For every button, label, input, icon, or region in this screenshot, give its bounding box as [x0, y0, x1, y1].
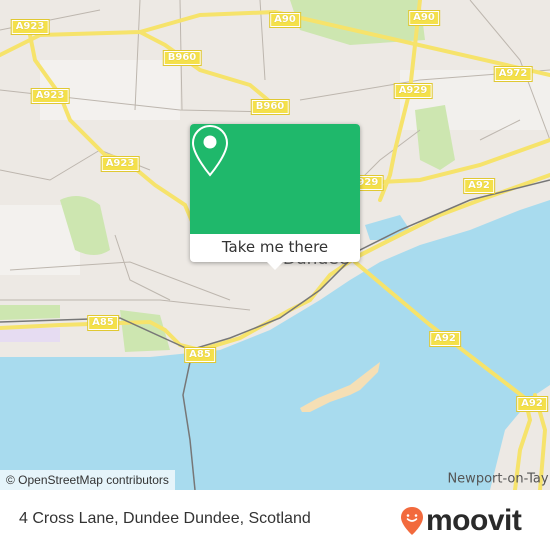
road-label-b960: B960	[162, 50, 202, 66]
road-label-a92: A92	[429, 331, 461, 347]
road-label-a923: A923	[30, 88, 70, 104]
address-text: 4 Cross Lane, Dundee Dundee, Scotland	[19, 510, 311, 527]
road-label-a923: A923	[100, 156, 140, 172]
park	[120, 310, 170, 352]
road-label-a90: A90	[269, 12, 301, 28]
map-attribution[interactable]: © OpenStreetMap contributors	[0, 470, 175, 490]
popup-pointer	[266, 261, 284, 270]
take-me-there-button[interactable]: Take me there	[190, 234, 360, 262]
popup-header	[190, 124, 360, 234]
footer: 4 Cross Lane, Dundee Dundee, Scotland mo…	[0, 490, 550, 550]
moovit-wordmark: moovit	[426, 504, 522, 537]
location-pin-icon	[191, 124, 229, 177]
road-label-b960: B960	[250, 99, 290, 115]
moovit-smiley-pin-icon	[401, 507, 423, 535]
road-label-a90: A90	[408, 10, 440, 26]
road-label-a972: A972	[493, 66, 533, 82]
moovit-logo: moovit	[400, 504, 522, 538]
park	[0, 305, 60, 320]
map-view[interactable]: A923 B960 A923 B960 A923 A90 A90 A972 A9…	[0, 0, 550, 490]
road-label-a923: A923	[10, 19, 50, 35]
road-label-a92: A92	[516, 396, 548, 412]
road-label-a92: A92	[463, 178, 495, 194]
park	[290, 0, 425, 45]
road-label-a85: A85	[87, 315, 119, 331]
place-label-newport-on-tay: Newport-on-Tay	[447, 471, 549, 487]
location-popup[interactable]: Take me there	[190, 124, 360, 270]
road-label-a85: A85	[184, 347, 216, 363]
road-label-a929: A929	[393, 83, 433, 99]
airport-area	[0, 328, 60, 342]
